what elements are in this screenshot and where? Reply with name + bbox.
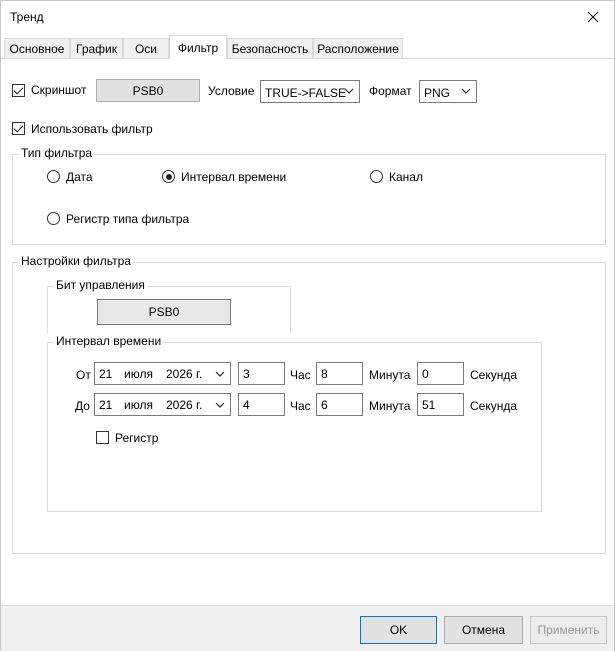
to-minute-input[interactable]: 6	[316, 393, 363, 416]
to-hour-label: Час	[290, 399, 311, 413]
to-second-label: Секунда	[470, 399, 518, 413]
chevron-down-icon	[344, 88, 354, 94]
control-bit-label: PSB0	[148, 305, 180, 319]
tab-filter[interactable]: Фильтр	[169, 35, 227, 59]
to-minute-value: 6	[321, 398, 328, 412]
from-minute-label: Минута	[369, 368, 411, 382]
screenshot-label: Скриншот	[31, 83, 87, 97]
screenshot-address-button[interactable]: PSB0	[96, 79, 200, 102]
register-label: Регистр	[115, 431, 159, 445]
window-title: Тренд	[10, 10, 44, 24]
tab-axes[interactable]: Оси	[123, 38, 169, 59]
to-year[interactable]: 2026 г.	[166, 398, 202, 412]
control-bit-title: Бит управления	[54, 278, 147, 292]
register-checkbox[interactable]	[96, 431, 109, 444]
to-hour-input[interactable]: 4	[238, 393, 285, 416]
tab-label: Основное	[9, 42, 65, 56]
chevron-down-icon	[461, 88, 471, 94]
filter-type-group	[12, 154, 606, 245]
from-second-input[interactable]: 0	[417, 362, 464, 385]
filter-settings-title: Настройки фильтра	[19, 254, 133, 268]
filter-type-date-radio[interactable]	[47, 170, 60, 183]
from-second-value: 0	[422, 367, 429, 381]
ok-button[interactable]: OK	[360, 616, 437, 644]
format-select[interactable]: PNG	[419, 80, 477, 103]
from-day[interactable]: 21	[99, 367, 112, 381]
format-value: PNG	[424, 86, 451, 100]
tab-label: Расположение	[317, 42, 399, 56]
cancel-button[interactable]: Отмена	[444, 616, 523, 644]
tab-layout[interactable]: Расположение	[313, 38, 403, 59]
screenshot-address-label: PSB0	[132, 83, 164, 98]
close-button[interactable]	[579, 4, 607, 30]
close-icon	[587, 11, 599, 23]
filter-type-channel-radio[interactable]	[370, 170, 383, 183]
to-month[interactable]: июля	[124, 398, 153, 412]
apply-label: Применить	[537, 623, 600, 637]
tab-security[interactable]: Безопасность	[227, 38, 313, 59]
tab-basic[interactable]: Основное	[4, 38, 70, 59]
filter-type-title: Тип фильтра	[19, 146, 95, 160]
trend-dialog: Тренд Основное График Оси Фильтр Безопас…	[0, 0, 615, 651]
from-year[interactable]: 2026 г.	[166, 367, 202, 381]
from-minute-input[interactable]: 8	[316, 362, 363, 385]
to-label: До	[75, 399, 90, 413]
from-hour-input[interactable]: 3	[238, 362, 285, 385]
to-second-input[interactable]: 51	[417, 393, 464, 416]
tab-label: Оси	[134, 42, 158, 56]
tab-label: График	[76, 42, 117, 56]
use-filter-checkbox[interactable]	[12, 122, 25, 135]
from-minute-value: 8	[321, 367, 328, 381]
filter-type-register-radio[interactable]	[47, 212, 60, 225]
from-label: От	[76, 368, 91, 382]
condition-select[interactable]: TRUE->FALSE	[260, 80, 360, 103]
to-day[interactable]: 21	[99, 398, 112, 412]
from-hour-value: 3	[243, 367, 250, 381]
to-minute-label: Минута	[369, 399, 411, 413]
from-second-label: Секунда	[470, 368, 518, 382]
apply-button[interactable]: Применить	[530, 616, 607, 644]
filter-type-time-interval-radio[interactable]	[162, 170, 175, 183]
filter-type-date-label: Дата	[66, 170, 93, 184]
filter-type-register-label: Регистр типа фильтра	[66, 212, 190, 226]
condition-label: Условие	[208, 84, 255, 98]
condition-value: TRUE->FALSE	[265, 86, 347, 100]
to-second-value: 51	[422, 398, 436, 412]
to-hour-value: 4	[243, 398, 250, 412]
chevron-down-icon	[215, 402, 225, 408]
filter-type-channel-label: Канал	[389, 170, 423, 184]
cancel-label: Отмена	[461, 623, 506, 637]
control-bit-button[interactable]: PSB0	[97, 299, 231, 325]
filter-type-time-interval-label: Интервал времени	[181, 170, 287, 184]
format-label: Формат	[369, 84, 412, 98]
screenshot-checkbox[interactable]	[12, 84, 25, 97]
tab-label: Фильтр	[177, 40, 219, 55]
chevron-down-icon	[215, 371, 225, 377]
title-bar: Тренд	[1, 1, 614, 33]
tab-label: Безопасность	[231, 42, 309, 56]
use-filter-label: Использовать фильтр	[31, 122, 153, 136]
ok-label: OK	[389, 623, 408, 637]
from-month[interactable]: июля	[124, 367, 153, 381]
from-hour-label: Час	[290, 368, 311, 382]
from-date-picker[interactable]: 21 июля 2026 г.	[94, 362, 231, 385]
to-date-picker[interactable]: 21 июля 2026 г.	[94, 393, 231, 416]
tab-chart[interactable]: График	[70, 38, 123, 59]
time-interval-title: Интервал времени	[54, 334, 164, 348]
